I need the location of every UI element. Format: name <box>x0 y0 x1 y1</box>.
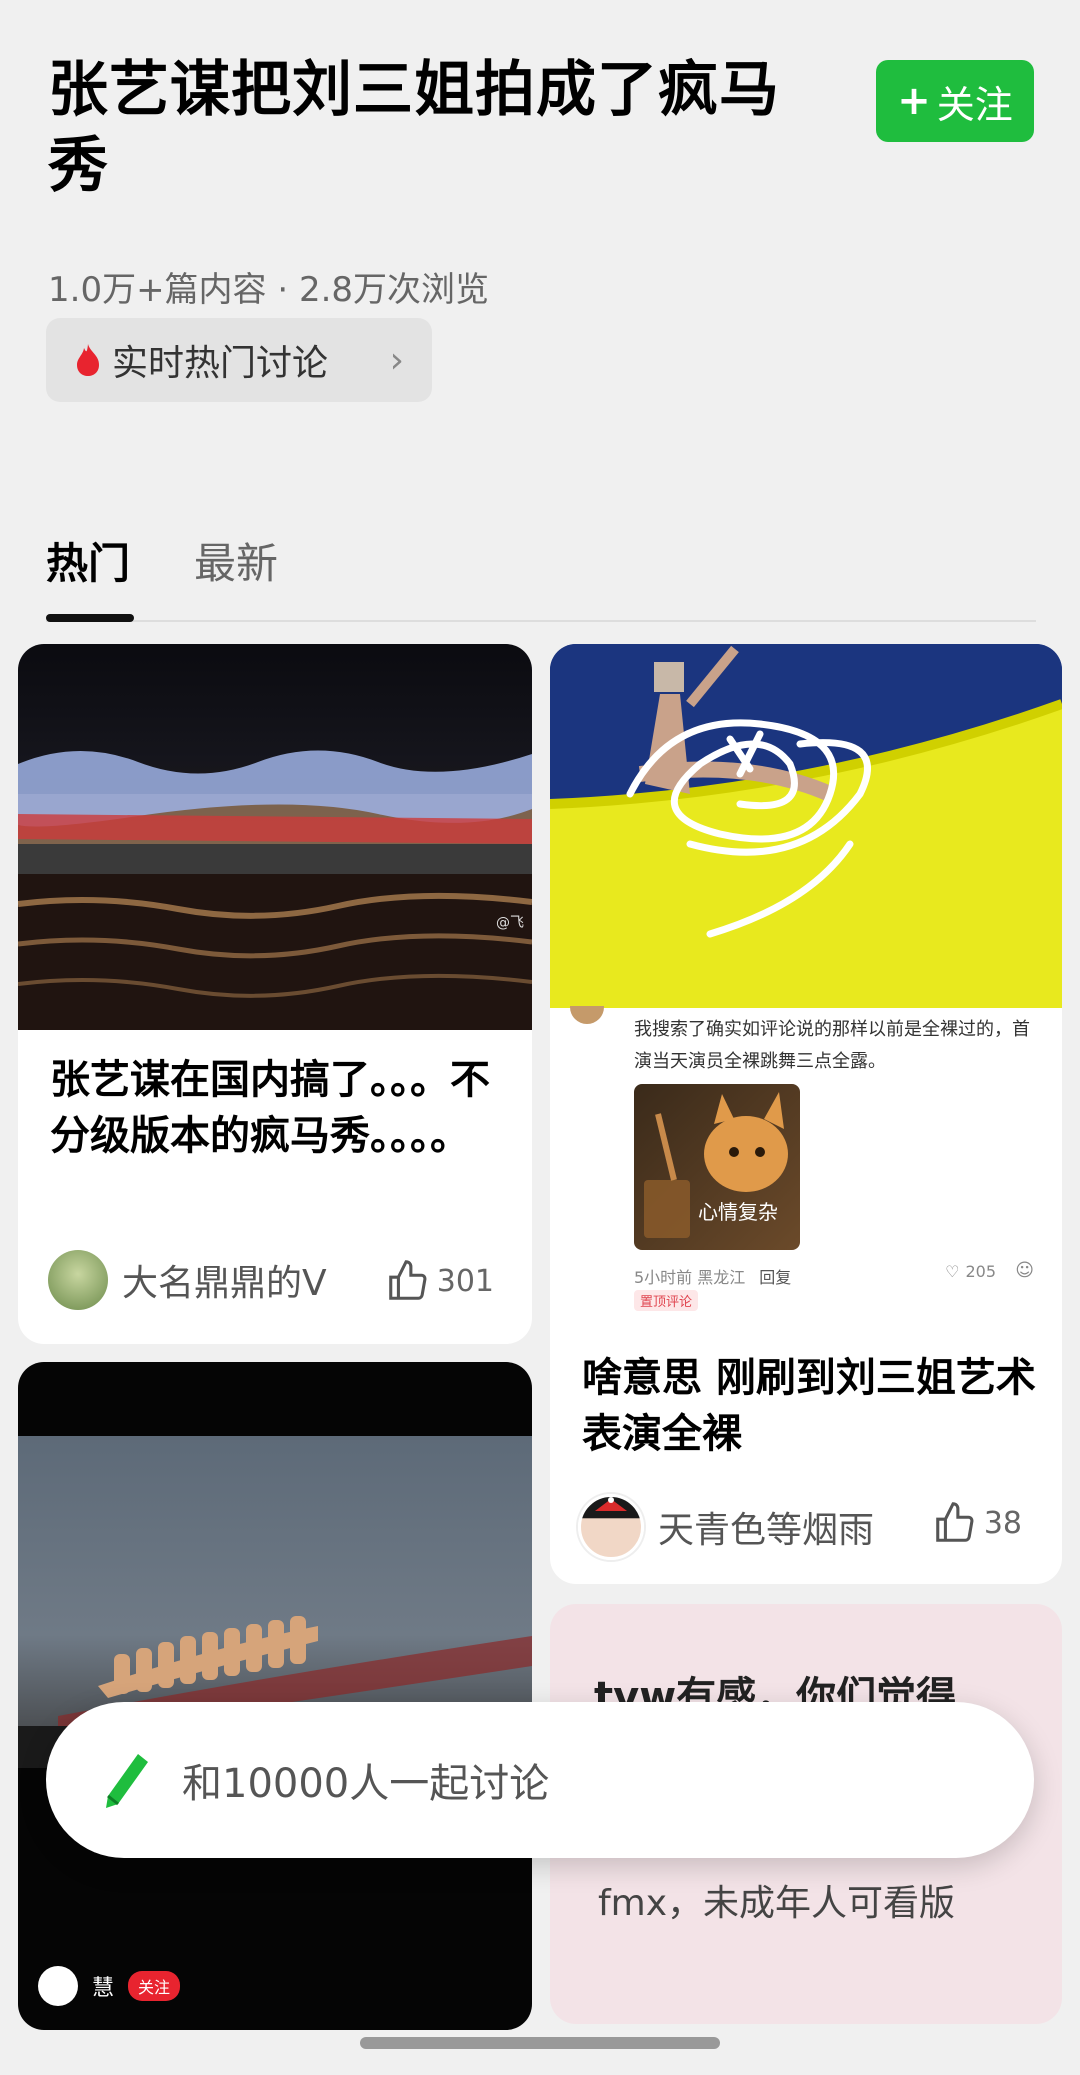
plus-icon: + <box>897 78 931 124</box>
post-card[interactable]: @飞 张艺谋在国内搞了。。。不分级版本的疯马秀。。。。 大名鼎鼎的V 301 <box>18 644 532 1344</box>
like-button[interactable]: 301 <box>385 1258 494 1304</box>
post-body-text: fmx，未成年人可看版 <box>598 1883 956 1924</box>
comment-image-caption: 心情复杂 <box>698 1200 778 1224</box>
post-author[interactable]: 天青色等烟雨 <box>578 1494 874 1560</box>
author-name: 慧 <box>92 1976 115 2001</box>
tab-latest[interactable]: 最新 <box>194 530 278 591</box>
tab-active-indicator <box>46 614 134 622</box>
follow-button[interactable]: + 关注 <box>876 60 1034 142</box>
home-indicator[interactable] <box>360 2037 720 2049</box>
hot-discussion-chip[interactable]: 实时热门讨论 › <box>46 318 432 402</box>
follow-label: 关注 <box>936 82 1013 127</box>
tab-divider <box>46 620 1036 622</box>
comment-meta: 5小时前 黑龙江 <box>634 1268 746 1287</box>
comment-like[interactable]: ♡ 205 <box>945 1262 996 1281</box>
comment-like-count: 205 <box>965 1262 996 1281</box>
comment-reply-button[interactable]: 回复 <box>759 1264 791 1288</box>
post-image: @飞 <box>18 644 532 1030</box>
image-watermark: @飞 <box>496 915 524 931</box>
topic-title: 张艺谋把刘三姐拍成了疯马秀 <box>48 55 780 201</box>
topic-stats: 1.0万+篇内容 · 2.8万次浏览 <box>48 270 490 310</box>
heart-icon: ♡ <box>945 1262 960 1281</box>
pinned-badge: 置顶评论 <box>634 1290 699 1311</box>
author-name: 天青色等烟雨 <box>658 1510 875 1551</box>
thumbs-up-icon <box>936 1502 974 1542</box>
thumbs-up-icon <box>388 1260 427 1300</box>
discussion-composer[interactable]: 和10000人一起讨论 <box>46 1702 1034 1858</box>
comment-text: 我搜索了确实如评论说的那样以前是全裸过的，首演当天演员全裸跳舞三点全露。 <box>634 1019 1030 1072</box>
post-title: 啥意思 刚刷到刘三姐艺术表演全裸 <box>582 1355 1036 1457</box>
comment-screenshot: 我搜索了确实如评论说的那样以前是全裸过的，首演当天演员全裸跳舞三点全露。 心情复… <box>550 1006 1062 1328</box>
post-author[interactable]: 慧 关注 <box>38 1966 181 2006</box>
hot-chip-label: 实时热门讨论 <box>112 343 329 384</box>
post-author[interactable]: 大名鼎鼎的V <box>48 1250 327 1310</box>
author-name: 大名鼎鼎的V <box>122 1263 327 1304</box>
commenter-avatar <box>570 1006 604 1024</box>
post-card[interactable]: 慧 关注 <box>18 1362 532 2030</box>
avatar <box>48 1250 108 1310</box>
like-count: 38 <box>983 1505 1022 1541</box>
post-card[interactable]: 我搜索了确实如评论说的那样以前是全裸过的，首演当天演员全裸跳舞三点全露。 心情复… <box>550 644 1062 1584</box>
post-title: 张艺谋在国内搞了。。。不分级版本的疯马秀。。。。 <box>50 1057 490 1159</box>
composer-placeholder: 和10000人一起讨论 <box>182 1761 550 1807</box>
emoji-icon[interactable]: ☺ <box>1015 1260 1034 1281</box>
avatar <box>38 1966 78 2006</box>
pen-icon <box>106 1754 148 1808</box>
comment-image: 心情复杂 <box>634 1084 800 1250</box>
post-image <box>550 644 1062 1008</box>
like-count: 301 <box>436 1263 494 1299</box>
avatar <box>578 1494 644 1560</box>
author-follow-button[interactable]: 关注 <box>128 1971 181 2001</box>
flame-icon <box>77 344 99 376</box>
tab-hot[interactable]: 热门 <box>46 530 130 591</box>
like-button[interactable]: 38 <box>932 1500 1022 1546</box>
chevron-right-icon: › <box>389 339 404 381</box>
